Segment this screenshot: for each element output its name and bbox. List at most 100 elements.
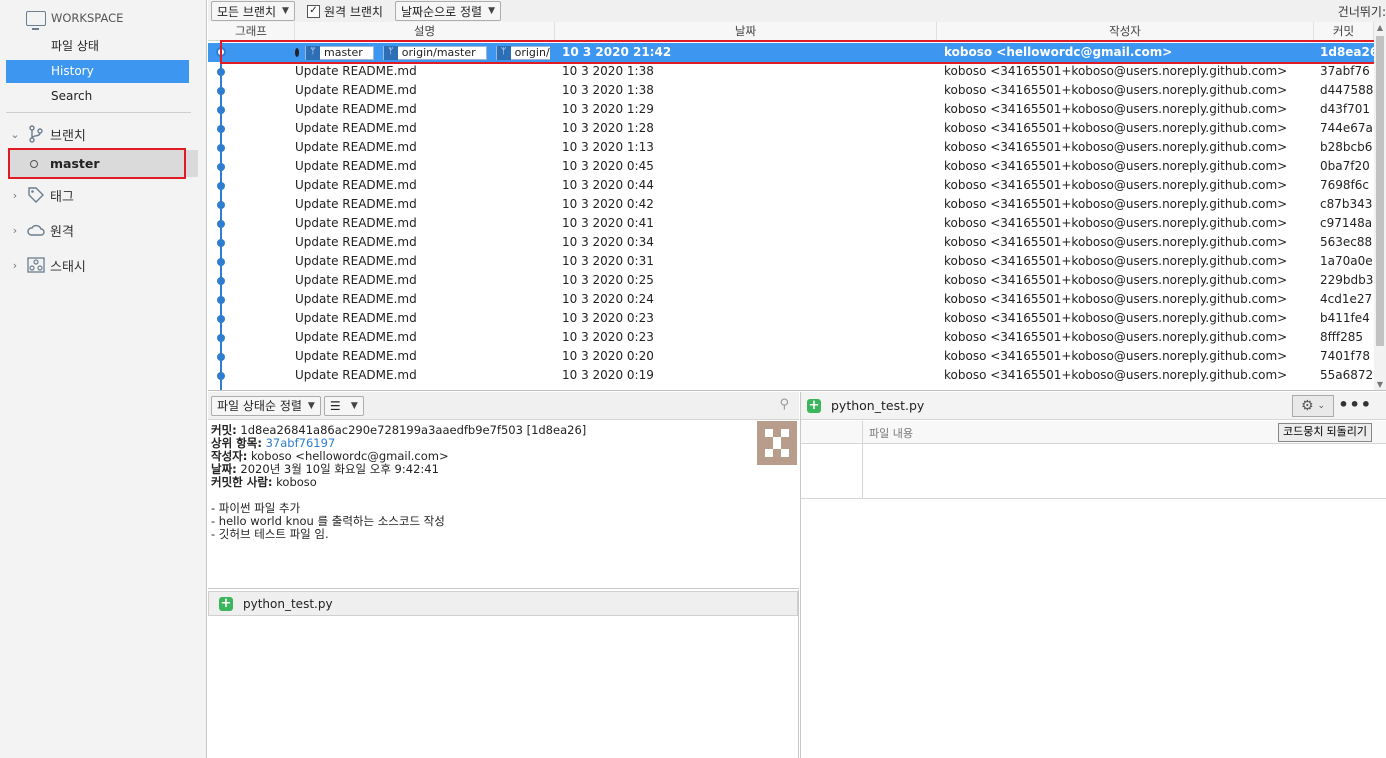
diff-panel: + python_test.py ⚙ ⌄ ••• 파일 내용 코드뭉치 되돌리기 <box>800 392 1386 758</box>
table-row[interactable]: Update README.md 10 3 2020 0:24 koboso <34… <box>208 290 1374 309</box>
commit-author: koboso <34165501+koboso@users.noreply.gi… <box>944 140 1288 154</box>
table-row[interactable]: Update README.md 10 3 2020 1:38 koboso <34… <box>208 81 1374 100</box>
parent-link[interactable]: 37abf76197 <box>266 436 336 450</box>
remote-branches-checkbox[interactable]: ✓ 원격 브랜치 <box>306 3 383 20</box>
table-row[interactable]: Update README.md 10 3 2020 0:45 koboso <34… <box>208 157 1374 176</box>
branch-tag[interactable]: ᛘ origin/ <box>495 45 550 60</box>
view-mode-dropdown[interactable]: ☰ ▼ <box>323 395 364 416</box>
table-row[interactable]: Update README.md 10 3 2020 0:23 koboso <34… <box>208 328 1374 347</box>
commit-date: 10 3 2020 1:29 <box>562 102 654 116</box>
commit-node <box>217 86 225 95</box>
table-row[interactable]: Update README.md 10 3 2020 1:38 koboso <34… <box>208 62 1374 81</box>
all-branches-dropdown[interactable]: 모든 브랜치 ▼ <box>211 1 295 21</box>
commit-hash: 229bdb3 <box>1320 273 1374 287</box>
diff-file-name: python_test.py <box>831 398 925 413</box>
stash-label: 스태시 <box>50 259 86 275</box>
commit-author: koboso <34165501+koboso@users.noreply.gi… <box>944 254 1288 268</box>
table-row[interactable]: Update README.md 10 3 2020 0:25 koboso <34… <box>208 271 1374 290</box>
chevron-down-icon: ▼ <box>307 400 315 411</box>
sidebar-group-stash[interactable]: › 스태시 <box>8 253 86 277</box>
sidebar-item-history[interactable]: History <box>6 60 189 83</box>
chevron-down-icon: ▼ <box>282 6 289 16</box>
file-added-icon: + <box>807 398 821 413</box>
chevron-right-icon: › <box>12 258 18 272</box>
branch-label: master <box>50 156 100 171</box>
commit-node <box>217 181 225 190</box>
commit-author: koboso <34165501+koboso@users.noreply.gi… <box>944 292 1288 306</box>
table-row[interactable]: Update README.md 10 3 2020 0:23 koboso <34… <box>208 309 1374 328</box>
branch-tag[interactable]: ᛘ master <box>305 45 374 60</box>
revert-hunk-button[interactable]: 코드뭉치 되돌리기 <box>1277 423 1372 442</box>
diff-header: + python_test.py ⚙ ⌄ ••• <box>801 392 1386 420</box>
avatar <box>757 421 797 465</box>
sort-dropdown[interactable]: 날짜순으로 정렬 ▼ <box>394 1 501 21</box>
scrollbar-thumb[interactable] <box>1376 36 1384 346</box>
table-row[interactable]: ᛘ master ᛘ origin/master ᛘ origin/10 3 2020 2… <box>208 43 1376 62</box>
table-row[interactable]: Update README.md 10 3 2020 0:44 koboso <34… <box>208 176 1374 195</box>
commit-hash: d447588 <box>1320 83 1374 97</box>
commit-author: koboso <34165501+koboso@users.noreply.gi… <box>944 83 1288 97</box>
table-row[interactable]: Update README.md 10 3 2020 0:34 koboso <34… <box>208 233 1374 252</box>
commit-date: 10 3 2020 0:20 <box>562 349 654 363</box>
commit-hash: b411fe4 <box>1320 311 1370 325</box>
commit-table: 그래프 설명 날짜 작성자 커밋 ᛘ master ᛘ origin/master ᛘ o… <box>208 22 1386 391</box>
sidebar-group-tags[interactable]: › 태그 <box>8 183 74 207</box>
file-row[interactable]: + python_test.py <box>208 591 798 616</box>
table-row[interactable]: Update README.md 10 3 2020 1:29 koboso <34… <box>208 100 1374 119</box>
commit-date: 10 3 2020 0:31 <box>562 254 654 268</box>
column-commit[interactable]: 커밋 <box>1314 22 1374 41</box>
commit-author: koboso <34165501+koboso@users.noreply.gi… <box>944 330 1288 344</box>
table-row[interactable]: Update README.md 10 3 2020 0:31 koboso <34… <box>208 252 1374 271</box>
table-header: 그래프 설명 날짜 작성자 커밋 <box>208 22 1374 41</box>
diff-settings-dropdown[interactable]: ⚙ ⌄ <box>1292 395 1334 417</box>
list-icon: ☰ <box>329 398 341 413</box>
more-icon[interactable]: ••• <box>1338 395 1372 414</box>
commit-node <box>217 219 225 228</box>
branch-tag-label: origin/ <box>514 46 550 59</box>
chevron-down-icon: ▼ <box>350 400 358 411</box>
sidebar-group-remotes[interactable]: › 원격 <box>8 218 74 242</box>
file-sort-label: 파일 상태순 정렬 <box>217 399 302 413</box>
column-graph[interactable]: 그래프 <box>208 22 295 41</box>
table-row[interactable]: Update README.md 10 3 2020 0:41 koboso <34… <box>208 214 1374 233</box>
column-description[interactable]: 설명 <box>295 22 555 41</box>
sidebar-item-search[interactable]: Search <box>6 85 189 108</box>
scroll-up-icon[interactable]: ▲ <box>1374 22 1386 34</box>
author-value: koboso <hellowordc@gmail.com> <box>251 449 449 463</box>
diff-hunk: 파일 내용 코드뭉치 되돌리기 <box>801 421 1386 499</box>
sidebar-branch-master[interactable]: master <box>8 150 198 177</box>
table-row[interactable]: Update README.md 10 3 2020 1:28 koboso <34… <box>208 119 1374 138</box>
table-row[interactable]: Update README.md 10 3 2020 1:13 koboso <34… <box>208 138 1374 157</box>
commit-hash: 1a70a0e <box>1320 254 1373 268</box>
commit-node <box>217 238 225 247</box>
table-row[interactable]: Update README.md 10 3 2020 0:19 koboso <34… <box>208 366 1374 385</box>
sidebar-group-branches[interactable]: ⌄ 브랜치 <box>8 122 86 146</box>
chevron-down-icon: ⌄ <box>10 127 20 141</box>
scroll-down-icon[interactable]: ▼ <box>1374 379 1386 390</box>
commit-node <box>217 124 225 133</box>
commit-date: 10 3 2020 0:19 <box>562 368 654 382</box>
commit-rows: ᛘ master ᛘ origin/master ᛘ origin/10 3 2020 2… <box>208 43 1376 385</box>
commit-date: 10 3 2020 0:25 <box>562 273 654 287</box>
column-author[interactable]: 작성자 <box>937 22 1314 41</box>
commit-node <box>217 105 225 114</box>
file-sort-dropdown[interactable]: 파일 상태순 정렬 ▼ <box>211 395 321 416</box>
commit-scrollbar[interactable]: ▲ ▼ <box>1374 22 1386 390</box>
commit-author: koboso <34165501+koboso@users.noreply.gi… <box>944 235 1288 249</box>
line-number-gutter <box>801 421 863 499</box>
sidebar-item-file-status[interactable]: 파일 상태 <box>6 35 189 58</box>
search-icon[interactable]: ⚲ <box>779 397 789 412</box>
workspace-title: WORKSPACE <box>51 11 124 25</box>
all-branches-label: 모든 브랜치 <box>217 4 277 19</box>
table-row[interactable]: Update README.md 10 3 2020 0:20 koboso <34… <box>208 347 1374 366</box>
table-row[interactable]: Update README.md 10 3 2020 0:42 koboso <34… <box>208 195 1374 214</box>
branch-tag[interactable]: ᛘ origin/master <box>382 45 487 60</box>
branch-tag-label: master <box>324 46 363 59</box>
branch-tag-label: origin/master <box>401 46 476 59</box>
branch-icon: ᛘ <box>496 45 511 60</box>
commit-date: 10 3 2020 0:42 <box>562 197 654 211</box>
commit-hash: c97148a <box>1320 216 1373 230</box>
commit-hash: c87b343 <box>1320 197 1373 211</box>
column-date[interactable]: 날짜 <box>555 22 937 41</box>
commit-date: 10 3 2020 1:38 <box>562 64 654 78</box>
